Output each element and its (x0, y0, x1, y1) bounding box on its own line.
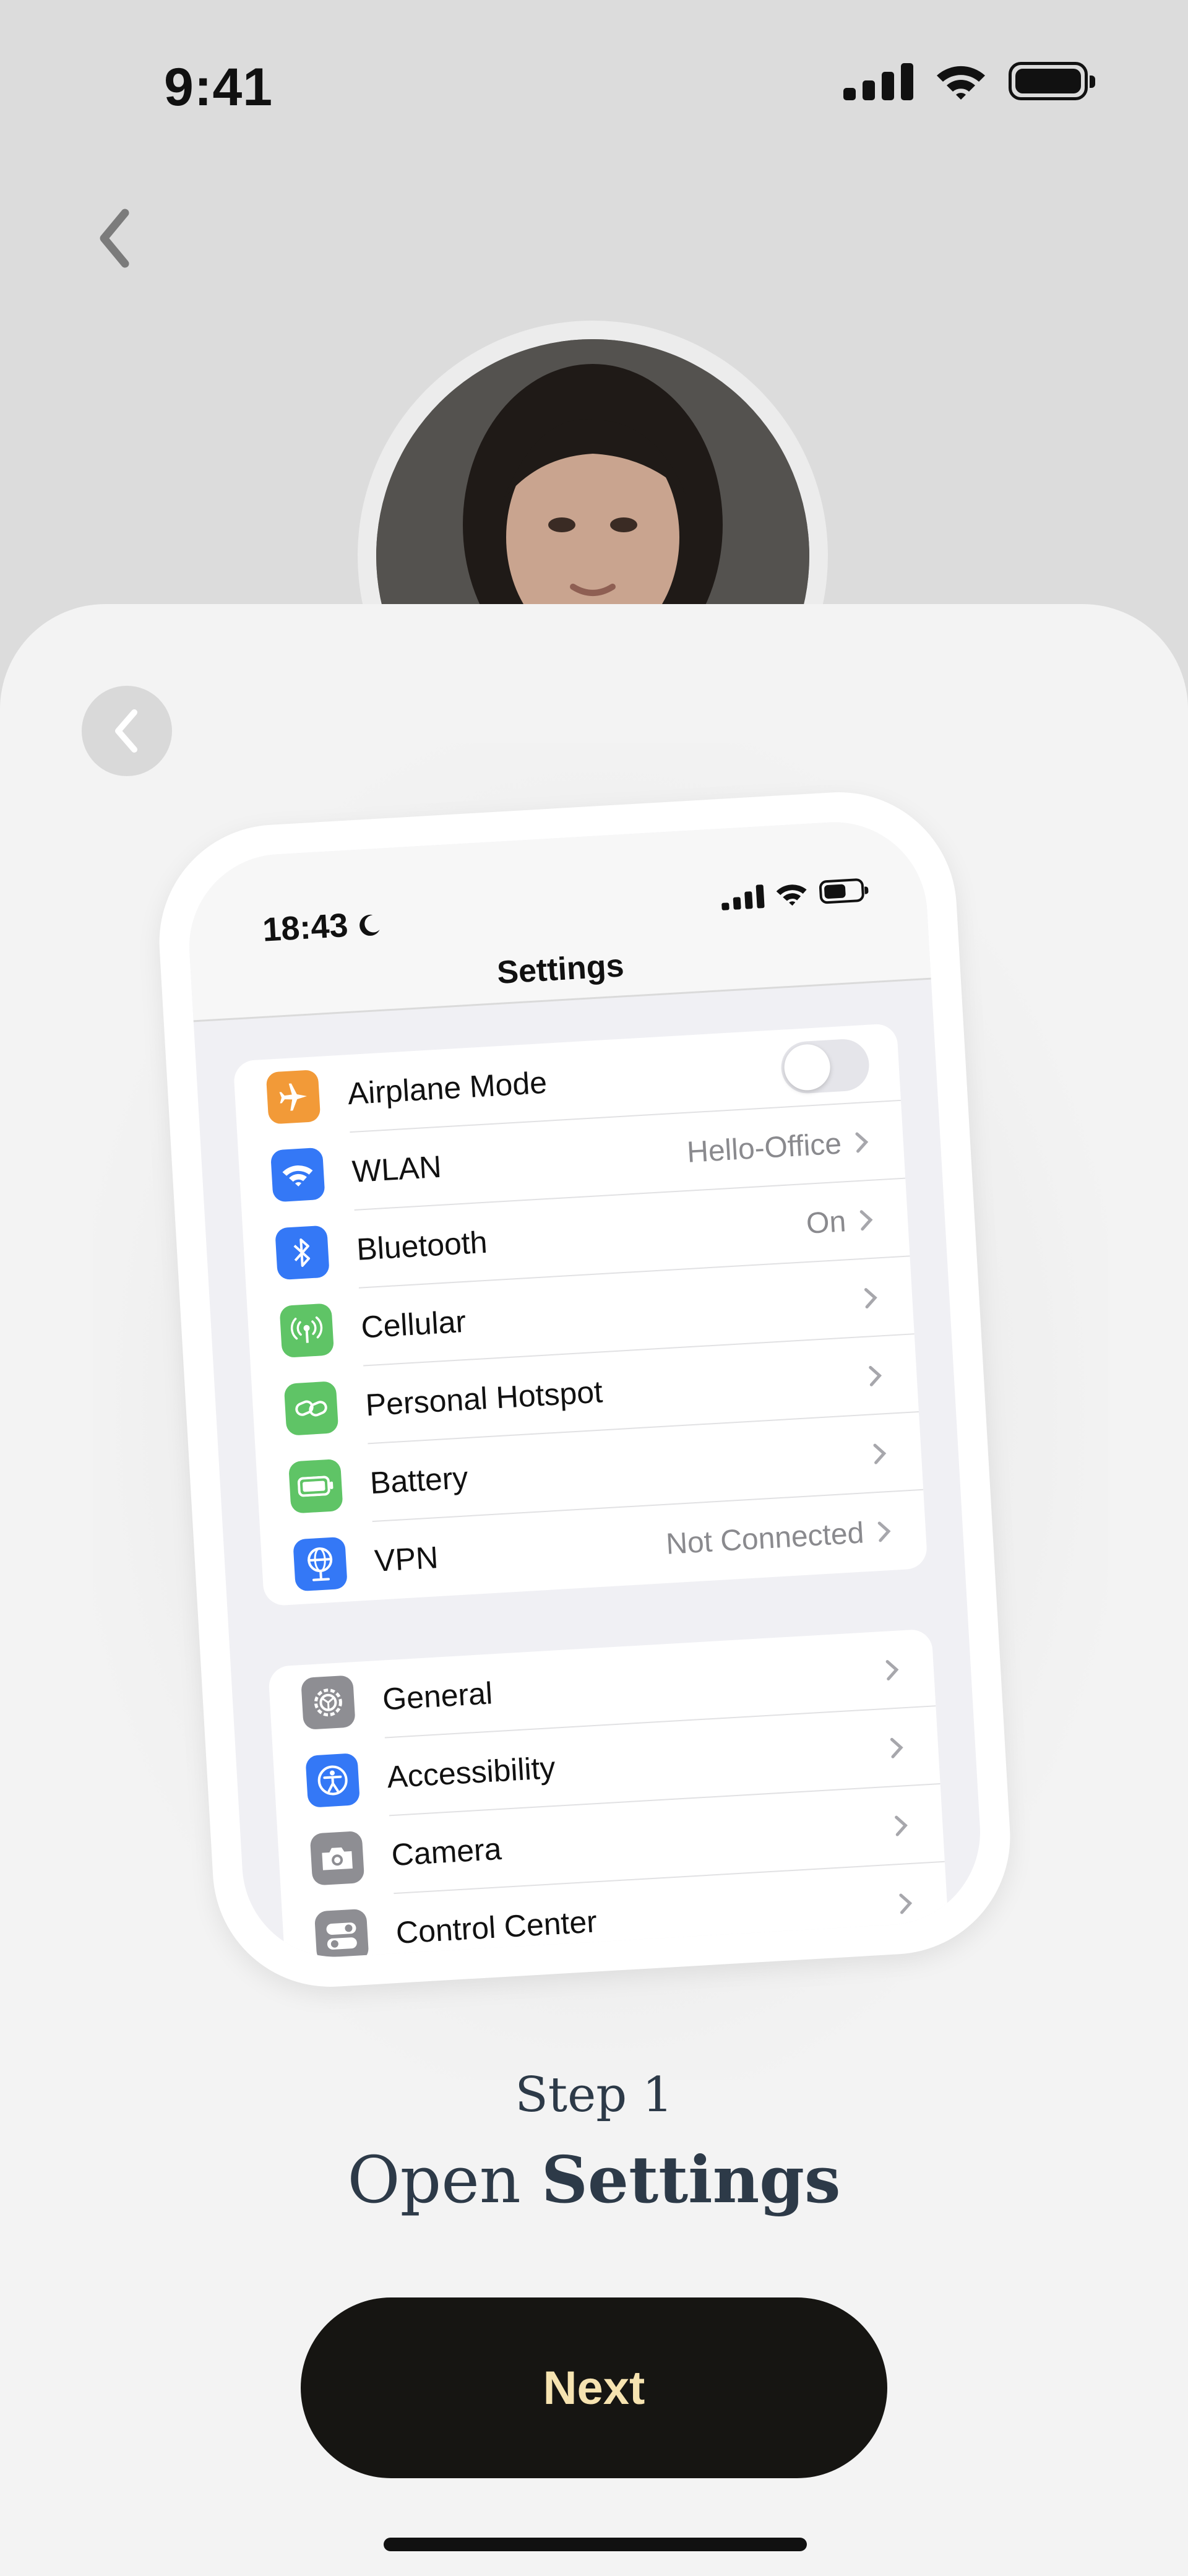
battery-icon (1009, 62, 1095, 100)
row-label: Accessibility (385, 1750, 556, 1795)
chevron-right-icon (873, 1443, 887, 1464)
step-title-bold: Settings (541, 2142, 841, 2218)
chevron-right-icon (859, 1210, 873, 1231)
globe-icon (293, 1536, 348, 1592)
back-chevron-button[interactable] (93, 204, 136, 272)
row-label: Battery (369, 1460, 469, 1501)
airplane-icon (265, 1069, 321, 1125)
row-value: Hello-Office (686, 1127, 843, 1169)
row-label: Bluetooth (355, 1224, 488, 1267)
phone-battery-icon (819, 878, 869, 904)
row-label: Control Center (395, 1904, 598, 1950)
row-value: On (805, 1204, 847, 1240)
step-label: Step 1 (515, 2067, 673, 2123)
chevron-right-icon (855, 1132, 869, 1153)
phone-frame: 18:43 Settings Airplane Mode WLAN Hello-… (152, 785, 1017, 1994)
camera-icon (309, 1830, 365, 1886)
row-label: Airplane Mode (346, 1065, 548, 1112)
back-button[interactable] (82, 686, 172, 776)
step-title: Open Settings (0, 2142, 1188, 2218)
bluetooth-icon (275, 1225, 330, 1281)
antenna-icon (279, 1303, 335, 1359)
battery-icon (288, 1458, 343, 1514)
status-time: 9:41 (164, 58, 273, 117)
chevron-right-icon (895, 1815, 908, 1836)
gear-icon (301, 1675, 356, 1731)
settings-phone-illustration: 18:43 Settings Airplane Mode WLAN Hello-… (152, 785, 1017, 1994)
toggles-icon (314, 1908, 369, 1962)
airplane-toggle (780, 1037, 871, 1095)
row-label: Camera (390, 1831, 502, 1873)
chevron-right-icon (899, 1893, 913, 1914)
phone-time-text: 18:43 (261, 906, 350, 949)
phone-time: 18:43 (262, 904, 383, 949)
chevron-left-icon (100, 209, 129, 268)
row-label: VPN (373, 1540, 439, 1578)
row-label: WLAN (351, 1149, 442, 1190)
chevron-left-icon (115, 709, 137, 753)
phone-wifi-icon (776, 884, 807, 906)
row-value: Not Connected (665, 1516, 865, 1561)
wifi-icon (934, 62, 988, 100)
cellular-signal-icon (843, 62, 913, 100)
wifi-icon (270, 1147, 325, 1203)
accessibility-icon (305, 1753, 361, 1808)
phone-screen: 18:43 Settings Airplane Mode WLAN Hello-… (184, 817, 986, 1962)
next-button[interactable]: Next (301, 2297, 887, 2478)
row-label: Cellular (360, 1303, 467, 1345)
status-icons (843, 62, 1095, 100)
chevron-right-icon (877, 1521, 891, 1542)
moon-icon (359, 914, 380, 936)
settings-group-connectivity: Airplane Mode WLAN Hello-Office Bluetoot… (233, 1023, 928, 1607)
chevron-right-icon (864, 1288, 877, 1309)
step-title-prefix: Open (347, 2142, 541, 2218)
phone-signal-icon (721, 883, 765, 910)
chevron-right-icon (869, 1365, 882, 1386)
settings-group-general: General Accessibility Camera Control Cen… (267, 1628, 950, 1962)
row-label: General (381, 1675, 494, 1717)
row-label: Personal Hotspot (364, 1374, 604, 1423)
home-indicator (384, 2538, 807, 2551)
chevron-right-icon (890, 1737, 903, 1758)
chevron-right-icon (885, 1660, 899, 1681)
link-icon (283, 1381, 339, 1436)
